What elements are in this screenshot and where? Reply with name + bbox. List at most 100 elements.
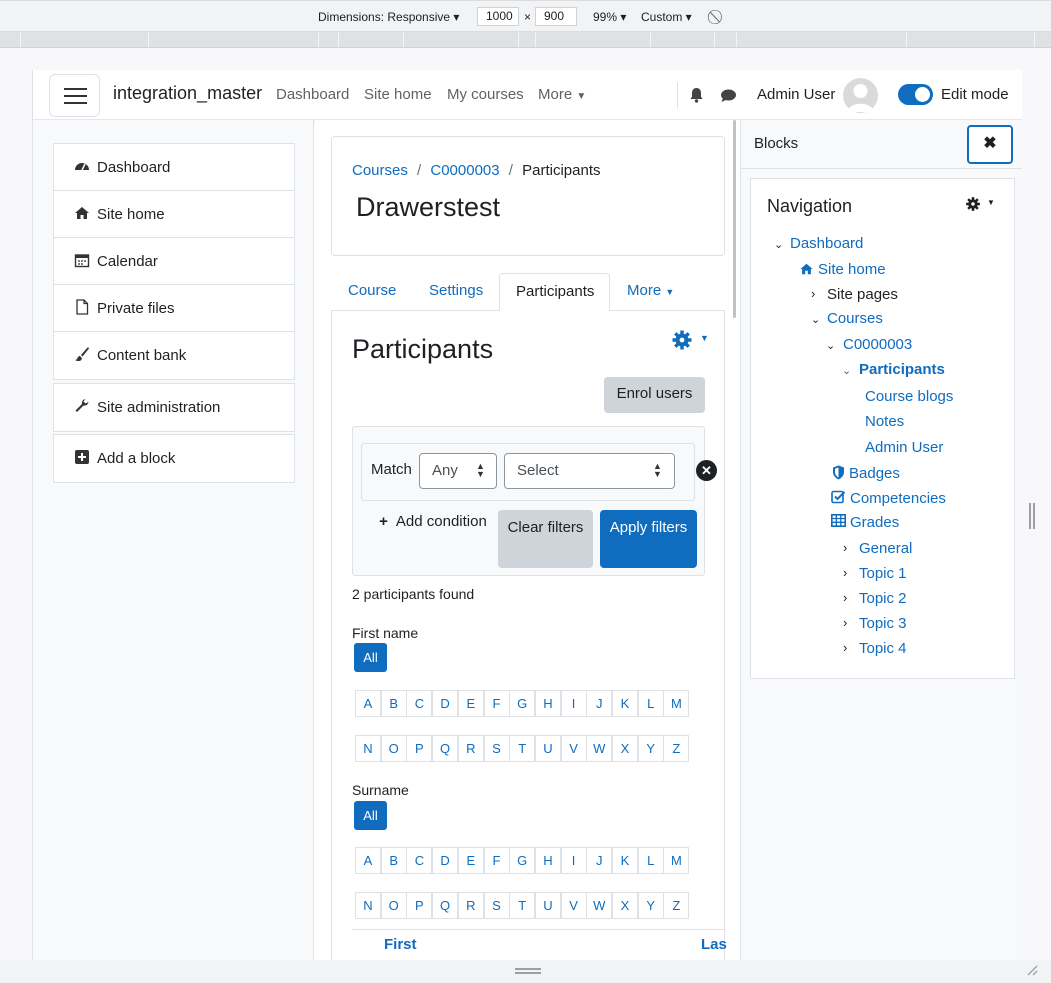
first-name-letter-e[interactable]: E [457,690,484,717]
surname-letter-z[interactable]: Z [663,892,690,919]
throttle-dropdown[interactable]: Custom ▾ [641,10,692,24]
match-select[interactable]: Any ▲ ▼ [419,453,497,489]
first-name-letter-b[interactable]: B [380,690,407,717]
surname-letter-m[interactable]: M [663,847,690,874]
chevron-down-icon[interactable]: ⌄ [811,313,820,326]
surname-letter-b[interactable]: B [380,847,407,874]
nav-more[interactable]: More ▼ [538,86,586,103]
surname-letter-d[interactable]: D [432,847,459,874]
first-name-letter-a[interactable]: A [355,690,381,717]
first-name-letter-y[interactable]: Y [637,735,664,762]
surname-letter-n[interactable]: N [355,892,381,919]
nav-tree-admin-user[interactable]: Admin User [865,439,943,456]
chevron-down-icon[interactable]: ⌄ [842,364,851,377]
first-name-letter-t[interactable]: T [509,735,536,762]
main-scrollbar[interactable] [733,120,736,318]
tab-more[interactable]: More ▼ [627,282,674,299]
surname-letter-h[interactable]: H [534,847,561,874]
nav-tree-course-blogs[interactable]: Course blogs [865,388,953,405]
first-name-letter-o[interactable]: O [380,735,407,762]
first-name-letter-m[interactable]: M [663,690,690,717]
nav-dashboard[interactable]: Dashboard [276,86,349,103]
first-name-all-button[interactable]: All [354,643,387,672]
bell-icon[interactable] [689,87,704,103]
surname-letter-j[interactable]: J [586,847,613,874]
nav-site-home[interactable]: Site home [364,86,432,103]
first-name-letter-w[interactable]: W [586,735,613,762]
first-name-letter-z[interactable]: Z [663,735,690,762]
nav-tree-topic-3[interactable]: Topic 3 [859,615,907,632]
first-name-letter-p[interactable]: P [406,735,433,762]
resize-corner-icon[interactable] [1026,964,1038,976]
first-name-letter-d[interactable]: D [432,690,459,717]
first-name-letter-f[interactable]: F [483,690,510,717]
first-name-letter-q[interactable]: Q [432,735,459,762]
chevron-right-icon[interactable]: › [843,540,847,555]
nav-tree-participants[interactable]: Participants [859,361,945,378]
surname-letter-s[interactable]: S [483,892,510,919]
nav-tree-site-pages[interactable]: Site pages [827,286,898,303]
surname-letter-v[interactable]: V [560,892,587,919]
surname-letter-y[interactable]: Y [637,892,664,919]
column-header-last-name[interactable]: Las [701,936,727,953]
nav-tree-topic-4[interactable]: Topic 4 [859,640,907,657]
surname-letter-o[interactable]: O [380,892,407,919]
zoom-dropdown[interactable]: 99% ▾ [593,10,626,24]
surname-letter-g[interactable]: G [509,847,536,874]
chevron-right-icon[interactable]: › [843,640,847,655]
chat-icon[interactable] [720,89,737,103]
nav-tree-notes[interactable]: Notes [865,413,904,430]
nav-tree-courses[interactable]: Courses [827,310,883,327]
first-name-letter-l[interactable]: L [637,690,664,717]
first-name-letter-n[interactable]: N [355,735,381,762]
first-name-letter-i[interactable]: I [560,690,587,717]
first-name-letter-c[interactable]: C [406,690,433,717]
sidebar-item-site-administration[interactable]: Site administration [54,384,294,431]
remove-filter-icon[interactable]: ✕ [696,460,717,481]
avatar[interactable] [843,78,878,113]
nav-my-courses[interactable]: My courses [447,86,524,103]
surname-letter-l[interactable]: L [637,847,664,874]
surname-letter-p[interactable]: P [406,892,433,919]
nav-tree-competencies[interactable]: Competencies [850,490,946,507]
sidebar-item-site-home[interactable]: Site home [54,191,294,238]
surname-letter-t[interactable]: T [509,892,536,919]
nav-tree-site-home[interactable]: Site home [818,261,886,278]
nav-tree-topic-1[interactable]: Topic 1 [859,565,907,582]
surname-letter-k[interactable]: K [612,847,638,874]
nav-tree-topic-2[interactable]: Topic 2 [859,590,907,607]
surname-letter-f[interactable]: F [483,847,510,874]
sidebar-item-calendar[interactable]: Calendar [54,238,294,285]
first-name-letter-s[interactable]: S [483,735,510,762]
filter-type-select[interactable]: Select ▲ ▼ [504,453,675,489]
width-input[interactable]: 1000 [477,7,519,26]
nav-tree-badges[interactable]: Badges [849,465,900,482]
nav-tree-dashboard[interactable]: Dashboard [790,235,863,252]
first-name-letter-h[interactable]: H [534,690,561,717]
first-name-letter-u[interactable]: U [534,735,561,762]
surname-letter-u[interactable]: U [534,892,561,919]
first-name-letter-k[interactable]: K [612,690,638,717]
tab-course[interactable]: Course [348,282,396,299]
tab-participants[interactable]: Participants [499,273,610,312]
breadcrumb-course[interactable]: C0000003 [430,162,499,179]
nav-tree-topic-general[interactable]: General [859,540,912,557]
first-name-letter-g[interactable]: G [509,690,536,717]
chevron-right-icon[interactable]: › [843,615,847,630]
navigation-block-actions-menu[interactable]: ▼ [965,196,995,217]
sidebar-item-dashboard[interactable]: Dashboard [54,144,294,191]
height-input[interactable]: 900 [535,7,577,26]
chevron-down-icon[interactable]: ⌄ [774,238,783,251]
edit-mode-toggle[interactable] [898,84,933,105]
nav-tree-course[interactable]: C0000003 [843,336,912,353]
first-name-letter-v[interactable]: V [560,735,587,762]
nav-tree-grades[interactable]: Grades [850,514,899,531]
site-name[interactable]: integration_master [113,83,262,104]
sidebar-item-content-bank[interactable]: Content bank [54,332,294,379]
chevron-right-icon[interactable]: › [843,590,847,605]
tab-settings[interactable]: Settings [429,282,483,299]
enrol-users-button[interactable]: Enrol users [604,377,705,413]
add-block-button[interactable]: Add a block [54,435,294,482]
resize-handle-right[interactable] [1029,503,1031,529]
first-name-letter-r[interactable]: R [457,735,484,762]
